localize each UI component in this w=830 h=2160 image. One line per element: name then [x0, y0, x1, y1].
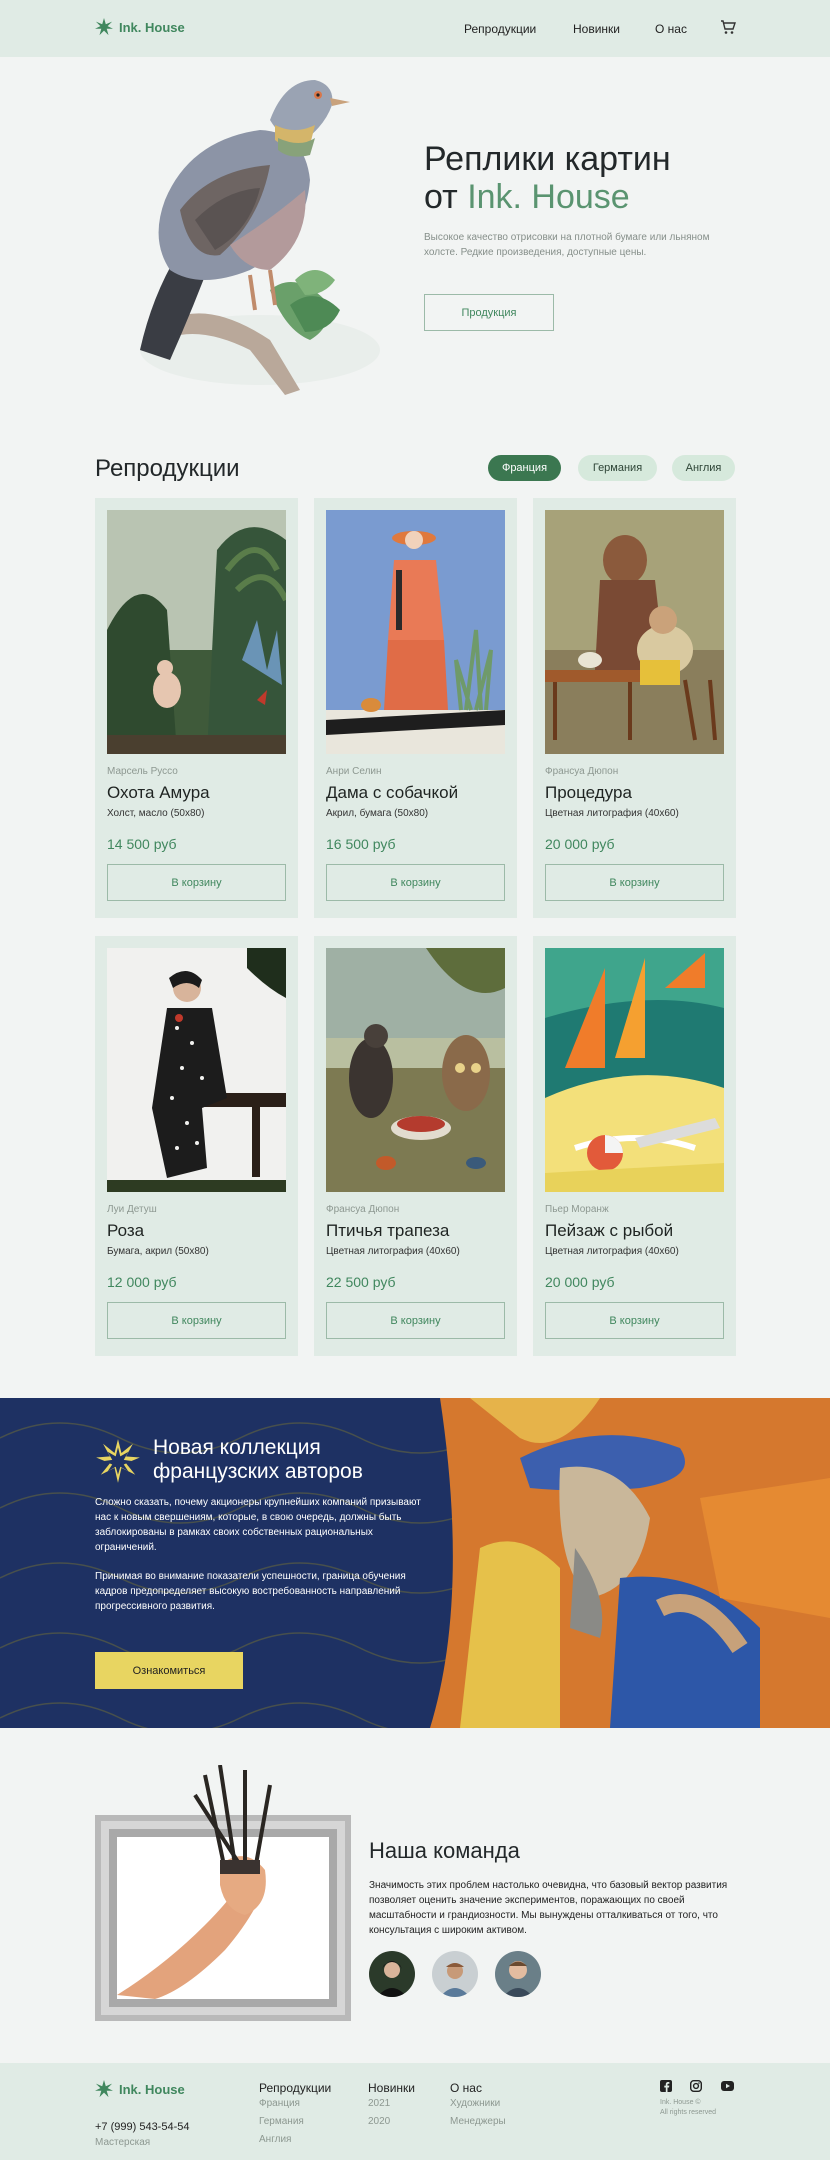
hero-title-line2: от Ink. House — [424, 178, 671, 216]
logo-text: Ink. House — [119, 2081, 185, 2097]
painting-image — [545, 948, 724, 1192]
painting-image — [107, 510, 286, 754]
add-to-cart-button[interactable]: В корзину — [545, 1302, 724, 1339]
footer-link-france[interactable]: Франция — [259, 2098, 300, 2109]
nav-about[interactable]: О нас — [655, 22, 687, 36]
product-price: 20 000 руб — [545, 836, 615, 852]
facebook-icon[interactable] — [660, 2080, 672, 2092]
painting-image — [545, 510, 724, 754]
banner-title: Новая коллекция французских авторов — [153, 1436, 363, 1483]
product-title[interactable]: Птичья трапеза — [326, 1221, 449, 1241]
footer-link-managers[interactable]: Менеджеры — [450, 2116, 506, 2127]
product-card[interactable]: Франсуа Дюпон Процедура Цветная литограф… — [533, 498, 736, 918]
filter-france[interactable]: Франция — [488, 455, 561, 481]
footer-link-germany[interactable]: Германия — [259, 2116, 304, 2127]
avatar[interactable] — [495, 1951, 541, 1997]
avatar[interactable] — [369, 1951, 415, 1997]
product-title[interactable]: Роза — [107, 1221, 144, 1241]
hero-subtitle: Высокое качество отрисовки на плотной бу… — [424, 232, 710, 258]
painting-image — [326, 510, 505, 754]
product-card[interactable]: Марсель Руссо Охота Амура Холст, масло (… — [95, 498, 298, 918]
product-card[interactable]: Франсуа Дюпон Птичья трапеза Цветная лит… — [314, 936, 517, 1356]
banner-paragraph-2: Принимая во внимание показатели успешнос… — [95, 1571, 406, 1612]
team-frame-illustration — [95, 1764, 357, 2027]
product-author: Луи Детуш — [107, 1204, 157, 1215]
product-author: Анри Селин — [326, 766, 382, 777]
footer-link-2020[interactable]: 2020 — [368, 2116, 390, 2127]
product-price: 22 500 руб — [326, 1274, 396, 1290]
footer-col-new-title[interactable]: Новинки — [368, 2081, 415, 2095]
product-meta: Цветная литография (40x60) — [326, 1246, 460, 1257]
footer-link-artists[interactable]: Художники — [450, 2098, 500, 2109]
cart-icon[interactable] — [720, 20, 736, 40]
product-meta: Цветная литография (40x60) — [545, 808, 679, 819]
product-author: Франсуа Дюпон — [545, 766, 619, 777]
filter-germany[interactable]: Германия — [578, 455, 657, 481]
footer-col-about-title[interactable]: О нас — [450, 2081, 482, 2095]
footer-copyright: Ink. House © — [660, 2099, 701, 2106]
add-to-cart-button[interactable]: В корзину — [545, 864, 724, 901]
painting-image — [326, 948, 505, 1192]
product-author: Франсуа Дюпон — [326, 1204, 400, 1215]
logo[interactable]: Ink. House — [95, 18, 185, 36]
footer-link-2021[interactable]: 2021 — [368, 2098, 390, 2109]
products-button[interactable]: Продукция — [424, 294, 554, 331]
nav-new[interactable]: Новинки — [573, 22, 620, 36]
explore-button[interactable]: Ознакомиться — [95, 1652, 243, 1689]
add-to-cart-button[interactable]: В корзину — [326, 864, 505, 901]
footer-link-england[interactable]: Англия — [259, 2134, 291, 2145]
banner-paragraph-1: Сложно сказать, почему акционеры крупней… — [95, 1497, 421, 1553]
filter-england[interactable]: Англия — [672, 455, 735, 481]
section-title-reproductions: Репродукции — [95, 455, 240, 482]
starburst-badge-icon — [96, 1439, 140, 1483]
site-footer: Ink. House +7 (999) 543-54-54 Мастерская… — [0, 2063, 830, 2160]
product-meta: Бумага, акрил (50x80) — [107, 1246, 209, 1257]
product-title[interactable]: Охота Амура — [107, 783, 210, 803]
product-meta: Холст, масло (50x80) — [107, 808, 205, 819]
product-author: Марсель Руссо — [107, 766, 178, 777]
youtube-icon[interactable] — [721, 2081, 734, 2091]
nav-reproductions[interactable]: Репродукции — [464, 22, 536, 36]
instagram-icon[interactable] — [690, 2080, 702, 2092]
product-meta: Акрил, бумага (50x80) — [326, 808, 429, 819]
product-price: 20 000 руб — [545, 1274, 615, 1290]
logo-text: Ink. House — [119, 19, 185, 35]
hero-title-prefix: от — [424, 178, 468, 216]
product-meta: Цветная литография (40x60) — [545, 1246, 679, 1257]
team-title: Наша команда — [369, 1838, 520, 1863]
site-header: Ink. House Репродукции Новинки О нас — [0, 0, 830, 57]
avatar[interactable] — [432, 1951, 478, 1997]
add-to-cart-button[interactable]: В корзину — [326, 1302, 505, 1339]
product-price: 14 500 руб — [107, 836, 177, 852]
team-text: Значимость этих проблем настолько очевид… — [369, 1880, 728, 1936]
product-title[interactable]: Пейзаж с рыбой — [545, 1221, 673, 1241]
product-price: 16 500 руб — [326, 836, 396, 852]
starburst-logo-icon — [95, 18, 113, 36]
product-title[interactable]: Процедура — [545, 783, 632, 803]
product-card[interactable]: Пьер Моранж Пейзаж с рыбой Цветная литог… — [533, 936, 736, 1356]
footer-phone[interactable]: +7 (999) 543-54-54 — [95, 2121, 189, 2133]
product-card[interactable]: Луи Детуш Роза Бумага, акрил (50x80) 12 … — [95, 936, 298, 1356]
footer-address: Мастерская — [95, 2137, 151, 2148]
footer-col-reproductions-title[interactable]: Репродукции — [259, 2081, 331, 2095]
collection-banner: Новая коллекция французских авторов Слож… — [0, 1398, 830, 1728]
hero-pigeon-illustration — [110, 70, 400, 400]
product-title[interactable]: Дама с собачкой — [326, 783, 458, 803]
hero-title: Реплики картин от Ink. House — [424, 140, 671, 216]
painting-image — [107, 948, 286, 1192]
product-price: 12 000 руб — [107, 1274, 177, 1290]
add-to-cart-button[interactable]: В корзину — [107, 1302, 286, 1339]
product-author: Пьер Моранж — [545, 1204, 609, 1215]
starburst-logo-icon — [95, 2080, 113, 2098]
product-card[interactable]: Анри Селин Дама с собачкой Акрил, бумага… — [314, 498, 517, 918]
hero-title-accent: Ink. House — [467, 178, 630, 216]
footer-rights: All rights reserved — [660, 2109, 717, 2116]
footer-logo[interactable]: Ink. House — [95, 2080, 185, 2098]
hero-title-line1: Реплики картин — [424, 140, 671, 178]
add-to-cart-button[interactable]: В корзину — [107, 864, 286, 901]
